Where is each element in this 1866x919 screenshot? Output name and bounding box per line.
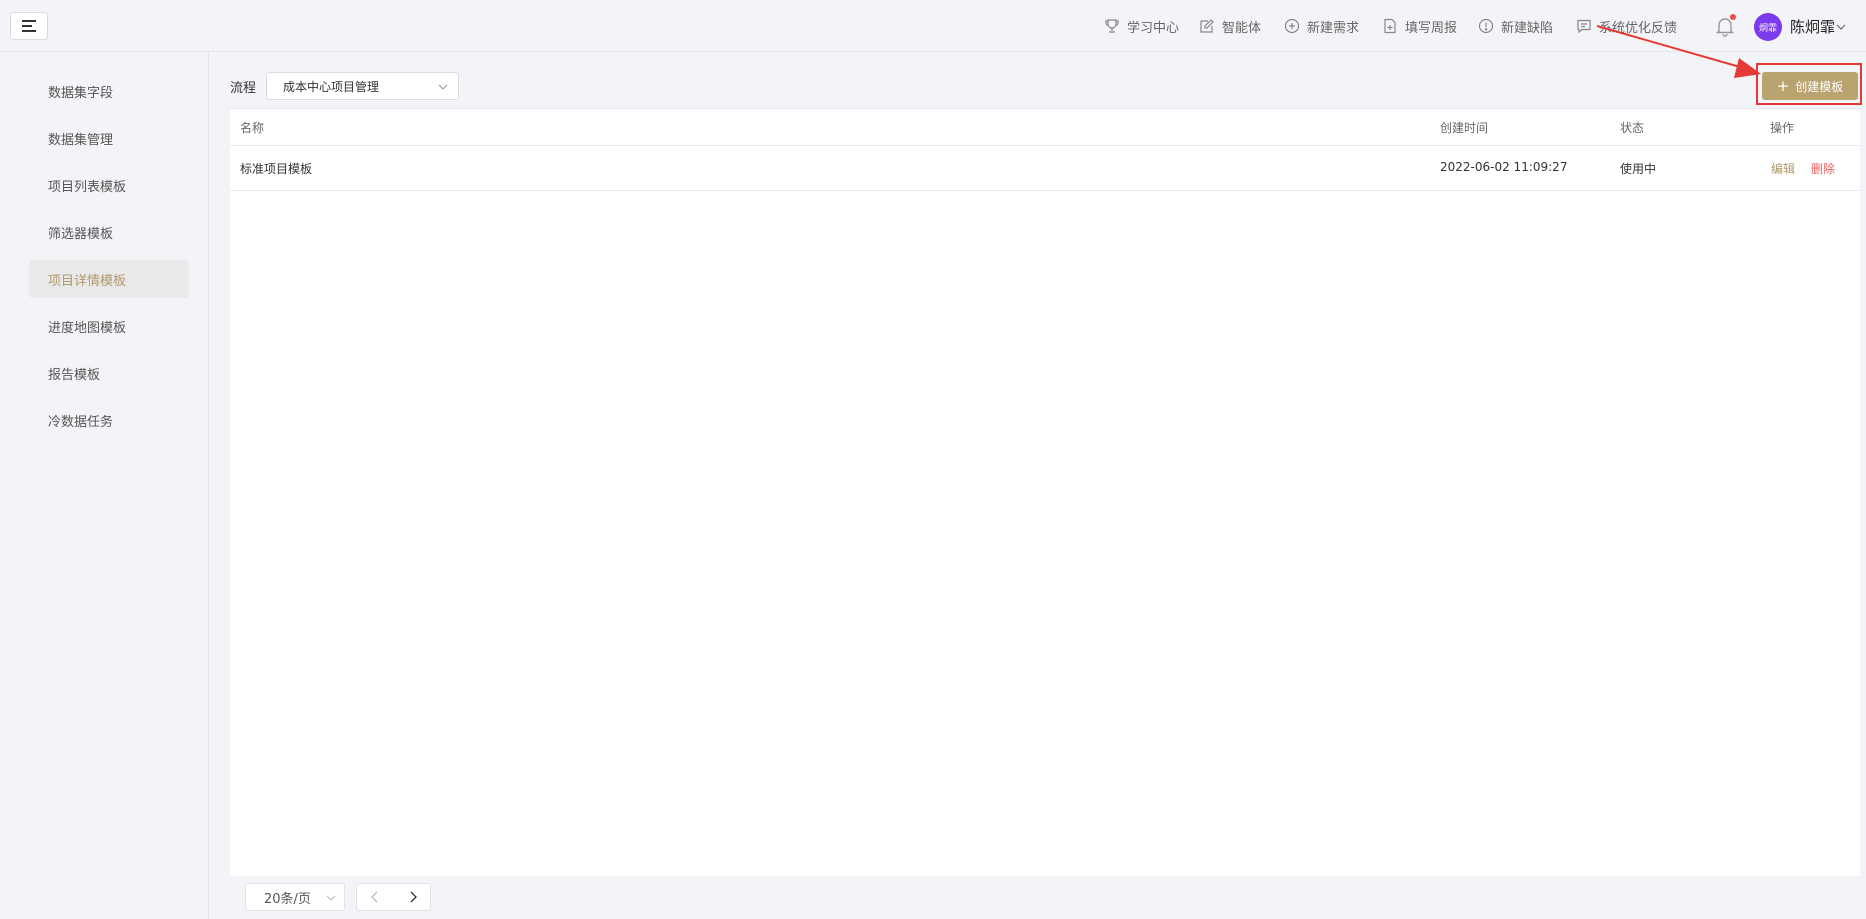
row-created-time: 2022-06-02 11:09:27 [1440,160,1568,174]
create-template-button[interactable]: + 创建模板 [1762,72,1858,100]
nav-agent[interactable]: 智能体 [1199,16,1261,36]
edit-link[interactable]: 编辑 [1771,160,1795,177]
pager [356,883,431,911]
row-name: 标准项目模板 [240,162,313,176]
next-page-button[interactable] [395,884,431,910]
delete-link[interactable]: 删除 [1811,160,1835,177]
message-icon [1577,19,1591,34]
nav-label: 智能体 [1222,20,1262,36]
prev-page-button[interactable] [357,884,393,910]
notification-dot [1730,14,1736,20]
sidebar-item-label: 报告模板 [48,367,101,383]
table-row: 标准项目模板 2022-06-02 11:09:27 使用中 编辑 删除 [230,146,1860,191]
trophy-icon [1105,19,1119,33]
sidebar-item-progress-map-template[interactable]: 进度地图模板 [29,307,189,345]
nav-new-requirement[interactable]: 新建需求 [1284,16,1359,36]
sidebar-item-cold-data-task[interactable]: 冷数据任务 [29,401,189,439]
flow-select[interactable]: 成本中心项目管理 [266,72,459,100]
chevron-left-icon [371,891,378,903]
nav-label: 填写周报 [1405,20,1458,36]
top-bar: 学习中心 智能体 新建需求 填写周报 新建缺陷 系统优化反馈 炯霏 陈炯霏 [0,0,1866,52]
sidebar: 数据集字段 数据集管理 项目列表模板 筛选器模板 项目详情模板 进度地图模板 报… [0,52,209,919]
sidebar-item-dataset-management[interactable]: 数据集管理 [29,119,189,157]
plus-circle-icon [1284,18,1300,34]
page-size-select[interactable]: 20条/页 [245,883,345,911]
template-table: 名称 创建时间 状态 操作 标准项目模板 2022-06-02 11:09:27… [230,108,1860,876]
username[interactable]: 陈炯霏 [1790,16,1835,37]
file-plus-icon [1384,18,1396,34]
sidebar-item-dataset-fields[interactable]: 数据集字段 [29,72,189,110]
nav-learning-center[interactable]: 学习中心 [1104,16,1179,36]
sidebar-item-label: 项目列表模板 [48,179,127,195]
create-template-label: 创建模板 [1795,79,1844,94]
flow-label: 流程 [230,81,257,96]
chevron-down-icon[interactable] [1836,22,1846,32]
alert-circle-icon [1478,18,1494,34]
sidebar-item-report-template[interactable]: 报告模板 [29,354,189,392]
table-header: 名称 创建时间 状态 操作 [230,109,1860,146]
nav-feedback[interactable]: 系统优化反馈 [1576,16,1677,36]
menu-toggle-button[interactable] [10,12,48,40]
header-actions: 操作 [1770,121,1795,135]
header-status: 状态 [1620,121,1645,135]
chevron-right-icon [410,891,417,903]
sidebar-item-label: 筛选器模板 [48,226,114,242]
sidebar-item-filter-template[interactable]: 筛选器模板 [29,213,189,251]
edit-icon [1200,19,1214,33]
sidebar-item-label: 进度地图模板 [48,320,127,336]
header-created-time: 创建时间 [1440,121,1489,135]
plus-icon: + [1776,76,1790,95]
nav-label: 学习中心 [1127,20,1180,36]
menu-icon [22,20,36,32]
page-size-value: 20条/页 [264,891,311,907]
chevron-down-icon [326,895,336,901]
avatar[interactable]: 炯霏 [1754,13,1782,41]
nav-label: 新建需求 [1307,20,1360,36]
header-name: 名称 [240,121,265,135]
flow-select-value: 成本中心项目管理 [283,79,380,94]
nav-weekly-report[interactable]: 填写周报 [1382,16,1457,36]
row-status: 使用中 [1620,162,1657,176]
nav-new-defect[interactable]: 新建缺陷 [1478,16,1553,36]
sidebar-item-project-detail-template[interactable]: 项目详情模板 [29,260,189,298]
sidebar-item-label: 数据集字段 [48,85,114,101]
chevron-down-icon [438,84,448,90]
nav-label: 新建缺陷 [1501,20,1554,36]
nav-label: 系统优化反馈 [1599,20,1678,36]
sidebar-item-label: 数据集管理 [48,132,114,148]
sidebar-item-project-list-template[interactable]: 项目列表模板 [29,166,189,204]
sidebar-item-label: 项目详情模板 [48,273,127,289]
sidebar-item-label: 冷数据任务 [48,414,114,430]
